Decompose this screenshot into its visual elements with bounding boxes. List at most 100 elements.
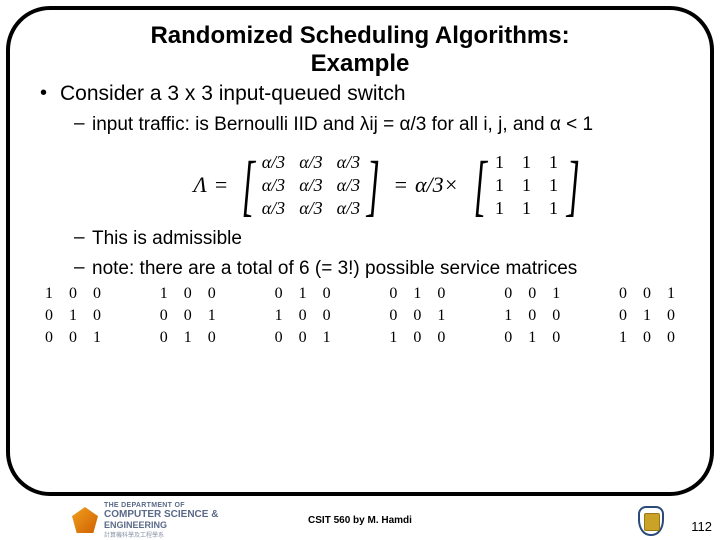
equals-sign-2: = <box>395 172 407 198</box>
cell: 0 <box>434 285 448 303</box>
cell: α/3 <box>299 198 322 219</box>
cell: 1 <box>493 198 506 219</box>
cell: 0 <box>501 329 515 347</box>
cell: 1 <box>520 175 533 196</box>
dash-icon: – <box>74 113 92 135</box>
cell: 1 <box>493 152 506 173</box>
cell: 1 <box>493 175 506 196</box>
perm-matrix-6: 001 010 100 <box>616 285 678 347</box>
alpha-matrix-cells: α/3 α/3 α/3 α/3 α/3 α/3 α/3 α/3 α/3 <box>262 151 360 219</box>
cell: 0 <box>296 329 310 347</box>
cell: 0 <box>272 329 286 347</box>
lambda-symbol: Λ <box>194 172 207 198</box>
title-line-2: Example <box>311 50 410 77</box>
cell: α/3 <box>337 152 360 173</box>
cell: 1 <box>547 175 560 196</box>
left-bracket-icon: [ <box>473 151 486 219</box>
cell: 0 <box>616 285 630 303</box>
cell: 1 <box>157 285 171 303</box>
cell: 0 <box>410 307 424 325</box>
cell: α/3 <box>262 152 285 173</box>
dept-line-1: THE DEPARTMENT OF <box>104 502 218 509</box>
shield-icon <box>638 506 664 536</box>
cell: 0 <box>272 285 286 303</box>
sub-bullet-3: – note: there are a total of 6 (= 3!) po… <box>74 257 684 281</box>
cell: 0 <box>66 329 80 347</box>
cell: 0 <box>640 329 654 347</box>
cell: 1 <box>520 152 533 173</box>
left-bracket-icon: [ <box>242 151 255 219</box>
cell: 1 <box>90 329 104 347</box>
cell: 1 <box>525 329 539 347</box>
cell: 1 <box>547 152 560 173</box>
scalar-alpha-third: α/3× <box>415 172 459 198</box>
cell: 0 <box>434 329 448 347</box>
cell: 1 <box>547 198 560 219</box>
bullet-main-row: • Consider a 3 x 3 input-queued switch <box>40 81 684 107</box>
cell: α/3 <box>262 198 285 219</box>
cell: 1 <box>42 285 56 303</box>
cell: 0 <box>205 285 219 303</box>
cell: 0 <box>90 307 104 325</box>
cell: 0 <box>320 285 334 303</box>
alpha-matrix: [ α/3 α/3 α/3 α/3 α/3 α/3 α/3 α/3 α/3 ] <box>235 151 386 219</box>
sub-bullet-1-text: input traffic: is Bernoulli IID and λij … <box>92 113 684 137</box>
slide-footer: THE DEPARTMENT OF COMPUTER SCIENCE & ENG… <box>0 500 720 540</box>
cell: α/3 <box>299 152 322 173</box>
cell: 1 <box>205 307 219 325</box>
ones-matrix-cells: 1 1 1 1 1 1 1 1 1 <box>493 151 560 219</box>
sub-bullet-2-text: This is admissible <box>92 227 684 251</box>
cell: 0 <box>181 285 195 303</box>
cell: 0 <box>664 307 678 325</box>
sub-bullet-3-text: note: there are a total of 6 (= 3!) poss… <box>92 257 684 281</box>
cell: α/3 <box>337 175 360 196</box>
dash-icon: – <box>74 257 92 279</box>
perm-matrix-3: 010 100 001 <box>272 285 334 347</box>
cell: 1 <box>616 329 630 347</box>
dept-line-4: 計算機科學及工程學系 <box>104 530 218 539</box>
perm-matrix-1: 100 010 001 <box>42 285 104 347</box>
ones-matrix: [ 1 1 1 1 1 1 1 1 1 ] <box>467 151 587 219</box>
cell: 1 <box>549 285 563 303</box>
cell: 0 <box>66 285 80 303</box>
cell: 0 <box>549 307 563 325</box>
cell: 0 <box>640 285 654 303</box>
perm-matrix-4: 010 001 100 <box>386 285 448 347</box>
cell: α/3 <box>337 198 360 219</box>
cell: 0 <box>296 307 310 325</box>
cell: 0 <box>42 307 56 325</box>
cell: 0 <box>157 329 171 347</box>
permutation-matrices-row: 100 010 001 100 001 010 010 100 001 010 … <box>36 285 684 347</box>
cell: 0 <box>525 285 539 303</box>
cell: 0 <box>181 307 195 325</box>
university-logo-right <box>638 506 664 536</box>
cell: 1 <box>501 307 515 325</box>
cell: 0 <box>386 307 400 325</box>
cell: α/3 <box>299 175 322 196</box>
right-bracket-icon: ] <box>567 151 580 219</box>
cell: 0 <box>616 307 630 325</box>
cell: 1 <box>181 329 195 347</box>
cell: 0 <box>157 307 171 325</box>
cell: 1 <box>410 285 424 303</box>
perm-matrix-5: 001 100 010 <box>501 285 563 347</box>
cell: 0 <box>549 329 563 347</box>
dash-icon: – <box>74 227 92 249</box>
cell: 0 <box>501 285 515 303</box>
cell: 0 <box>525 307 539 325</box>
sub-bullet-2: – This is admissible <box>74 227 684 251</box>
cell: 1 <box>664 285 678 303</box>
right-bracket-icon: ] <box>367 151 380 219</box>
slide-frame: Randomized Scheduling Algorithms: Exampl… <box>6 6 714 496</box>
bullet-main-text: Consider a 3 x 3 input-queued switch <box>60 81 406 107</box>
equals-sign-1: = <box>215 172 227 198</box>
sub-bullet-1: – input traffic: is Bernoulli IID and λi… <box>74 113 684 137</box>
cell: 1 <box>520 198 533 219</box>
cell: 0 <box>42 329 56 347</box>
cell: 1 <box>386 329 400 347</box>
cell: 0 <box>90 285 104 303</box>
cell: 1 <box>320 329 334 347</box>
cell: 0 <box>386 285 400 303</box>
cell: 0 <box>320 307 334 325</box>
perm-matrix-2: 100 001 010 <box>157 285 219 347</box>
